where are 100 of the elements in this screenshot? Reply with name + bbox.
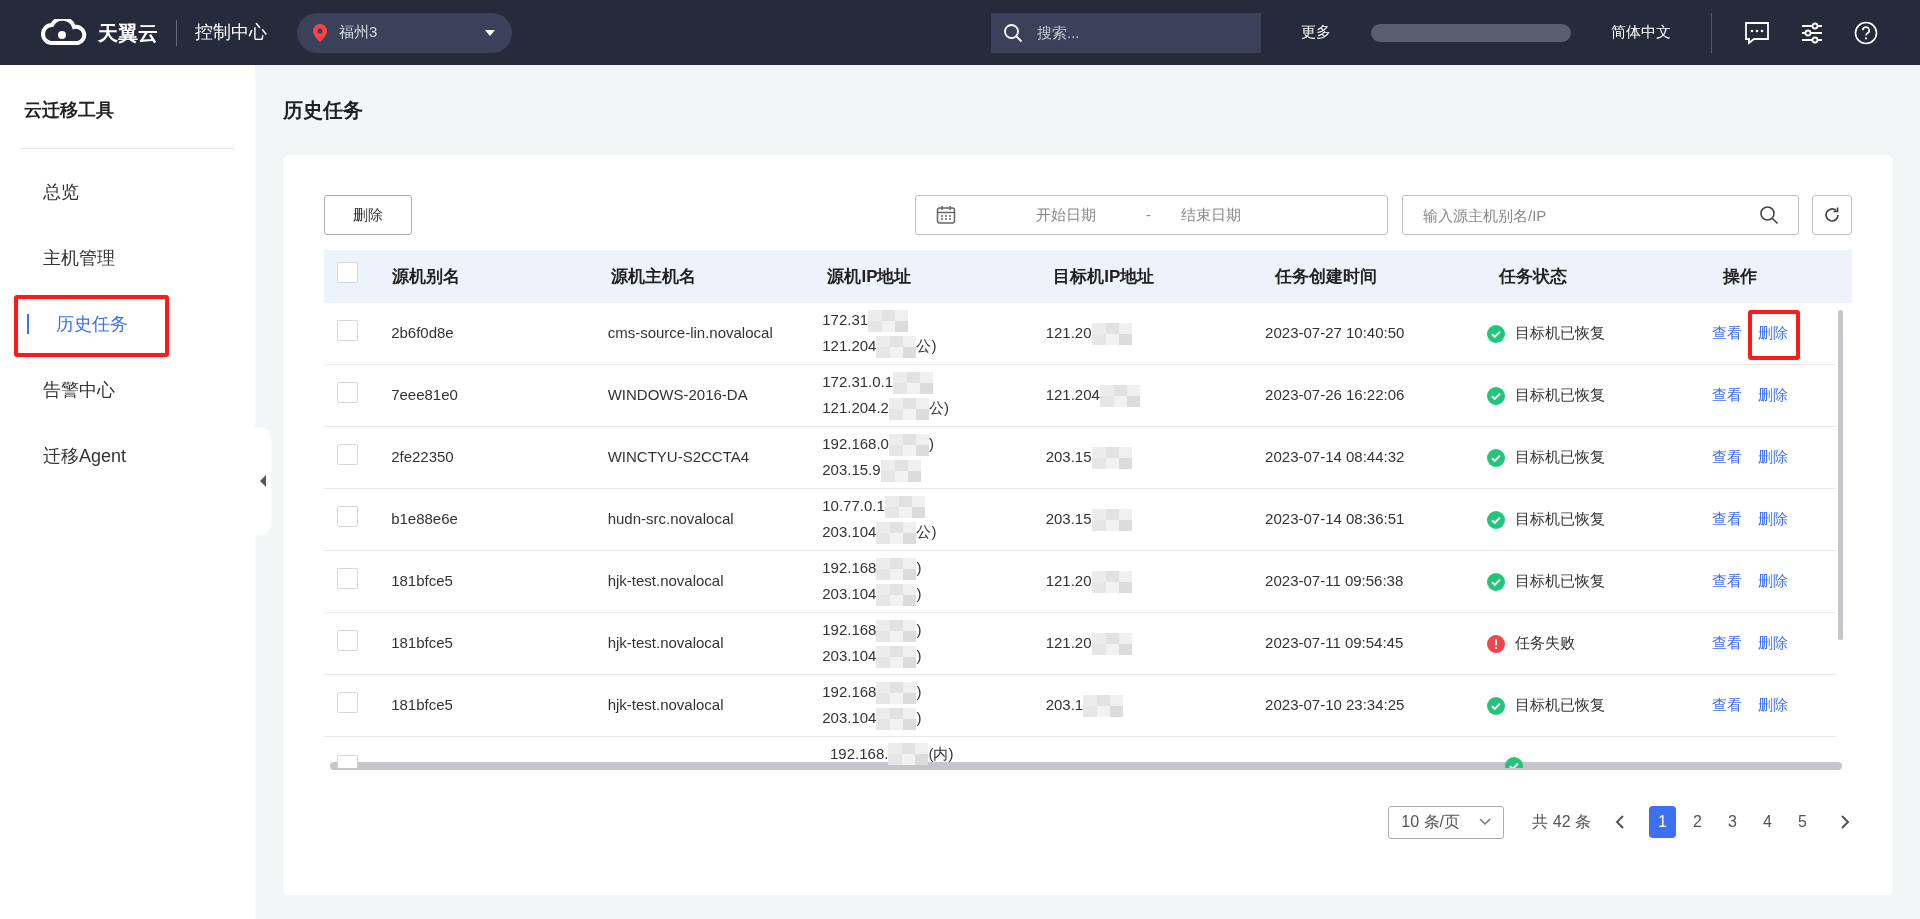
action-link[interactable]: 查看 bbox=[1712, 510, 1742, 528]
page-number[interactable]: 3 bbox=[1719, 806, 1746, 838]
ip-suffix: ) bbox=[916, 708, 922, 729]
sidebar-item[interactable]: 迁移Agent bbox=[0, 442, 127, 470]
action-link[interactable]: 删除 bbox=[1758, 572, 1788, 590]
action-link[interactable]: 删除 bbox=[1758, 324, 1788, 342]
table-cell: WINCTYU-S2CCTA4 bbox=[607, 448, 750, 466]
action-link[interactable]: 查看 bbox=[1712, 572, 1742, 590]
search-field[interactable]: 搜索... bbox=[991, 12, 1261, 53]
ip-address: 203.104 bbox=[822, 522, 877, 543]
table-cell: 2023-07-11 09:56:38 bbox=[1265, 572, 1404, 590]
caret-left-icon bbox=[260, 475, 266, 487]
action-link[interactable]: 删除 bbox=[1758, 696, 1788, 714]
status-text: 目标机已恢复 bbox=[1514, 323, 1605, 344]
page-number[interactable]: 4 bbox=[1754, 806, 1781, 838]
vertical-scrollbar[interactable] bbox=[1838, 310, 1843, 640]
table-cell: 2023-07-10 23:34:25 bbox=[1265, 696, 1405, 714]
ip-address: 121.204.2 bbox=[822, 398, 889, 419]
ip-address: 10.77.0.1 bbox=[822, 496, 885, 517]
ip-address: 192.168 bbox=[822, 620, 877, 641]
chevron-right-icon[interactable] bbox=[1840, 815, 1850, 829]
host-search-field[interactable]: 输入源主机别名/IP bbox=[1402, 195, 1799, 235]
action-link[interactable]: 查看 bbox=[1712, 324, 1742, 342]
action-link[interactable]: 删除 bbox=[1758, 634, 1788, 652]
caret-down-icon bbox=[484, 28, 496, 37]
ip-address: 203.104 bbox=[822, 708, 877, 729]
ip-address: 121.20 bbox=[1045, 323, 1092, 344]
ip-address: 172.31 bbox=[822, 310, 869, 331]
page-number[interactable]: 1 bbox=[1649, 806, 1676, 838]
message-icon[interactable] bbox=[1744, 20, 1770, 45]
redaction-mosaic bbox=[1091, 322, 1132, 345]
sidebar-item[interactable]: 总览 bbox=[0, 178, 79, 206]
location-pin-icon bbox=[313, 23, 327, 42]
status-text: 目标机已恢复 bbox=[1514, 695, 1605, 716]
check-circle-icon bbox=[1486, 448, 1505, 467]
row-checkbox[interactable] bbox=[337, 629, 358, 651]
redaction-mosaic bbox=[1091, 570, 1132, 593]
ip-address: 121.20 bbox=[1045, 571, 1092, 592]
action-link[interactable]: 删除 bbox=[1758, 510, 1788, 528]
sidebar-item[interactable]: 告警中心 bbox=[0, 376, 115, 404]
settings-sliders-icon[interactable] bbox=[1800, 20, 1824, 45]
page-number[interactable]: 5 bbox=[1789, 806, 1816, 838]
delete-button[interactable]: 删除 bbox=[324, 195, 412, 235]
table-cell: 181bfce5 bbox=[391, 634, 453, 652]
redaction-mosaic bbox=[884, 495, 925, 518]
total-count: 共 42 条 bbox=[1532, 812, 1591, 832]
action-link[interactable]: 查看 bbox=[1712, 386, 1742, 404]
column-header: 源机别名 bbox=[391, 266, 460, 286]
column-header: 任务创建时间 bbox=[1275, 266, 1378, 286]
table-cell: hjk-test.novalocal bbox=[607, 696, 724, 714]
row-checkbox[interactable] bbox=[337, 319, 358, 341]
row-checkbox[interactable] bbox=[337, 691, 358, 713]
ip-address: 203.104 bbox=[822, 646, 877, 667]
date-separator: - bbox=[1146, 204, 1151, 225]
sidebar-item[interactable]: 主机管理 bbox=[0, 244, 115, 272]
page-size-select[interactable]: 10 条/页 bbox=[1388, 805, 1505, 839]
status-text: 任务失败 bbox=[1514, 633, 1575, 654]
search-icon bbox=[1003, 22, 1023, 43]
ip-address: 203.15.9 bbox=[822, 460, 881, 481]
redaction-mosaic bbox=[893, 371, 934, 394]
region-selector[interactable]: 福州3 bbox=[297, 12, 512, 53]
redaction-mosaic bbox=[876, 521, 917, 544]
date-range-field[interactable]: 开始日期 - 结束日期 bbox=[915, 195, 1388, 235]
language-selector[interactable]: 简体中文 bbox=[1611, 21, 1671, 44]
ip-suffix: ) bbox=[916, 584, 922, 605]
select-all-checkbox[interactable] bbox=[337, 262, 358, 284]
action-link[interactable]: 查看 bbox=[1712, 634, 1742, 652]
sidebar-item[interactable]: 历史任务 bbox=[27, 314, 128, 334]
page-number[interactable]: 2 bbox=[1684, 806, 1711, 838]
horizontal-scrollbar[interactable] bbox=[330, 762, 1842, 770]
table-cell: 7eee81e0 bbox=[391, 386, 458, 404]
table-cell: 2023-07-11 09:54:45 bbox=[1265, 634, 1404, 652]
table-cell: 181bfce5 bbox=[391, 696, 453, 714]
ip-address: 192.168. bbox=[830, 743, 889, 764]
chevron-left-icon[interactable] bbox=[1615, 815, 1625, 829]
column-header: 目标机IP地址 bbox=[1053, 266, 1155, 286]
collapse-handle[interactable] bbox=[255, 427, 271, 535]
status-text: 目标机已恢复 bbox=[1514, 509, 1605, 530]
row-checkbox[interactable] bbox=[337, 443, 358, 465]
column-header: 操作 bbox=[1722, 266, 1757, 286]
end-date-field[interactable]: 结束日期 bbox=[1181, 203, 1261, 227]
refresh-button[interactable] bbox=[1812, 195, 1852, 235]
start-date-field[interactable]: 开始日期 bbox=[1036, 203, 1116, 227]
status-text: 目标机已恢复 bbox=[1514, 447, 1605, 468]
row-checkbox[interactable] bbox=[337, 381, 358, 403]
table-cell: hjk-test.novalocal bbox=[607, 572, 724, 590]
page-title: 历史任务 bbox=[283, 98, 364, 123]
redaction-mosaic bbox=[876, 335, 917, 358]
action-link[interactable]: 删除 bbox=[1758, 448, 1788, 466]
row-checkbox[interactable] bbox=[337, 567, 358, 589]
column-header: 源机主机名 bbox=[610, 266, 696, 286]
action-link[interactable]: 查看 bbox=[1712, 696, 1742, 714]
table-cell: cms-source-lin.novalocal bbox=[607, 324, 773, 342]
ip-suffix: 公) bbox=[916, 336, 937, 357]
action-link[interactable]: 查看 bbox=[1712, 448, 1742, 466]
help-icon[interactable] bbox=[1854, 20, 1878, 45]
more-link[interactable]: 更多 bbox=[1301, 21, 1331, 44]
action-link[interactable]: 删除 bbox=[1758, 386, 1788, 404]
row-checkbox[interactable] bbox=[337, 505, 358, 527]
redaction-mosaic bbox=[888, 743, 929, 765]
